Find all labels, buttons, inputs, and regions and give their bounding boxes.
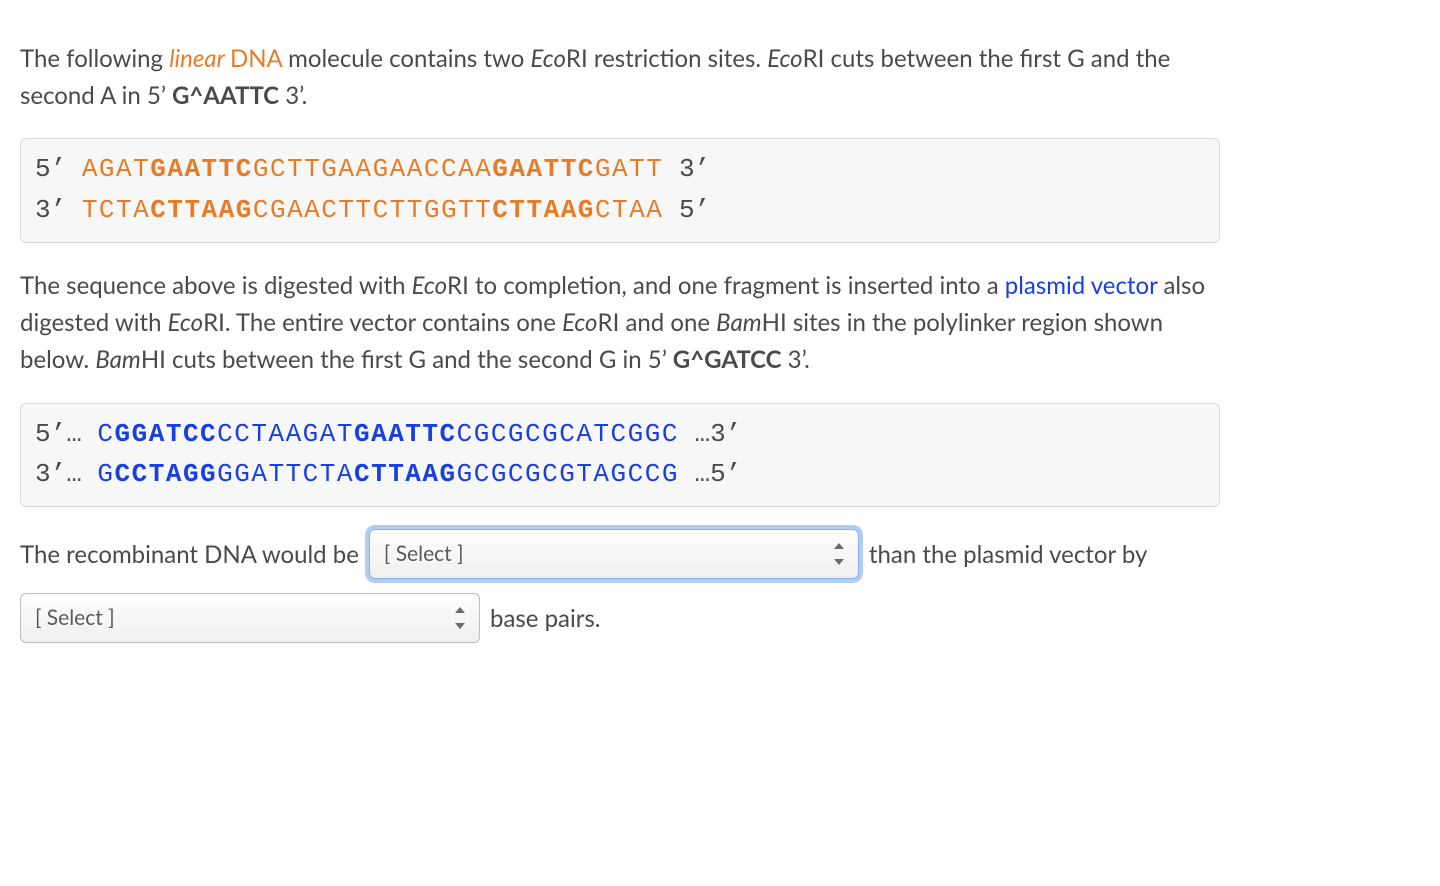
select-base-pairs[interactable]: [ Select ] [20, 593, 480, 643]
text: molecule contains two [282, 44, 531, 73]
select-placeholder: [ Select ] [384, 538, 464, 571]
enzyme-ecori: Eco [530, 44, 565, 73]
enzyme-ecori: Eco [412, 271, 447, 300]
enzyme-bamhi: Bam [716, 308, 761, 337]
linear-dna-link[interactable]: linear DNA [169, 44, 282, 73]
text: RI [803, 44, 825, 73]
text: and one [619, 308, 716, 337]
sequence-box-linear-dna: 5’ AGATGAATTCGCTTGAAGAACCAAGAATTCGATT 3’… [20, 138, 1220, 243]
sequence-top-strand: 5’… CGGATCCCCTAAGATGAATTCCGCGCGCATCGGC …… [35, 414, 1205, 454]
enzyme-ecori: Eco [562, 308, 597, 337]
chevron-up-down-icon [832, 543, 846, 565]
select-larger-smaller[interactable]: [ Select ] [369, 529, 859, 579]
text: RI [203, 308, 225, 337]
text: linear [169, 44, 224, 73]
answer-row: The recombinant DNA would be [ Select ] … [20, 529, 1220, 579]
text: RI [566, 44, 588, 73]
text: . The entire vector contains one [225, 308, 562, 337]
select-placeholder: [ Select ] [35, 602, 115, 635]
question-body: The following linear DNA molecule contai… [20, 40, 1220, 643]
chevron-up-down-icon [453, 607, 467, 629]
text: The following [20, 44, 169, 73]
enzyme-bamhi: Bam [95, 345, 140, 374]
restriction-site-bamhi: G^GATCC [673, 345, 782, 374]
text: RI [447, 271, 469, 300]
answer-lead-text: The recombinant DNA would be [20, 536, 359, 573]
text: 3’. [279, 81, 307, 110]
plasmid-vector-link[interactable]: plasmid vector [1005, 271, 1158, 300]
enzyme-ecori: Eco [168, 308, 203, 337]
text: HI [762, 308, 787, 337]
text: 3’. [782, 345, 810, 374]
enzyme-ecori: Eco [767, 44, 802, 73]
text: restriction sites. [588, 44, 768, 73]
paragraph-1: The following linear DNA molecule contai… [20, 40, 1220, 114]
sequence-top-strand: 5’ AGATGAATTCGCTTGAAGAACCAAGAATTCGATT 3’ [35, 149, 1205, 189]
text: The sequence above is digested with [20, 271, 412, 300]
paragraph-2: The sequence above is digested with EcoR… [20, 267, 1220, 379]
text: to completion, and one fragment is inser… [469, 271, 1005, 300]
text: DNA [230, 44, 282, 73]
text: cuts between the first G and the second … [166, 345, 673, 374]
text: HI [141, 345, 166, 374]
restriction-site-ecori: G^AATTC [172, 81, 279, 110]
text: RI [598, 308, 620, 337]
answer-mid-text: than the plasmid vector by [869, 536, 1147, 573]
sequence-bottom-strand: 3’ TCTACTTAAGCGAACTTCTTGGTTCTTAAGCTAA 5’ [35, 190, 1205, 230]
answer-row-2: [ Select ] base pairs. [20, 593, 1220, 643]
answer-tail-text: base pairs. [490, 600, 600, 637]
sequence-bottom-strand: 3’… GCCTAGGGGATTCTACTTAAGGCGCGCGTAGCCG …… [35, 454, 1205, 494]
sequence-box-plasmid: 5’… CGGATCCCCTAAGATGAATTCCGCGCGCATCGGC …… [20, 403, 1220, 508]
